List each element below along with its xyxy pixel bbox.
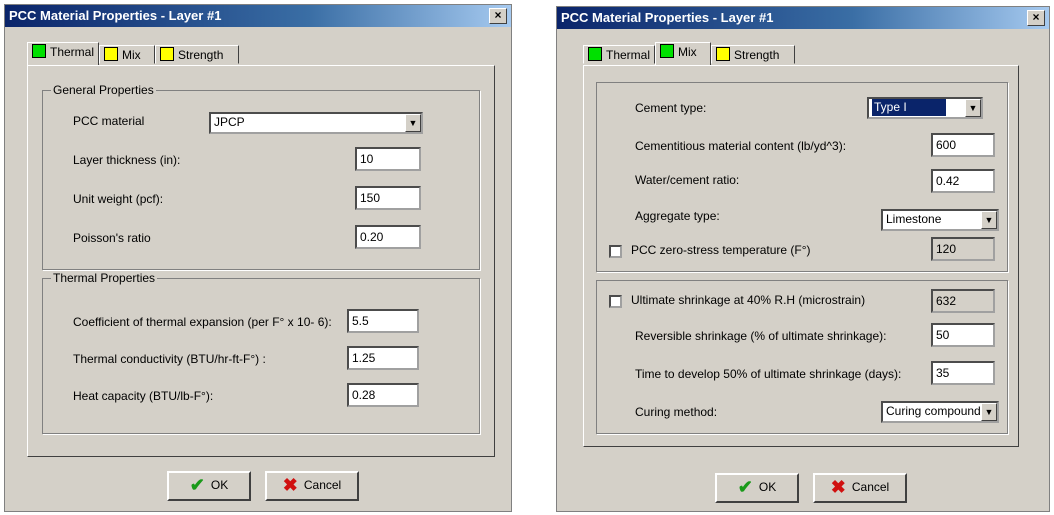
left-tab-thermal[interactable]: Thermal bbox=[27, 42, 99, 65]
left-tab-mix[interactable]: Mix bbox=[99, 45, 155, 64]
chevron-down-icon[interactable]: ▼ bbox=[981, 403, 997, 421]
right-tab-mix[interactable]: Mix bbox=[655, 42, 711, 65]
cte-field[interactable]: 5.5 bbox=[347, 309, 419, 333]
ultimate-shrinkage-checkbox[interactable] bbox=[609, 295, 622, 308]
general-properties-group: General Properties PCC material JPCP ▼ L… bbox=[42, 83, 480, 270]
chevron-down-icon[interactable]: ▼ bbox=[965, 99, 981, 117]
general-properties-legend: General Properties bbox=[51, 83, 156, 97]
ultimate-shrinkage-label: Ultimate shrinkage at 40% R.H (microstra… bbox=[631, 293, 866, 307]
ultimate-shrinkage-field[interactable]: 632 bbox=[931, 289, 995, 313]
zero-stress-field[interactable]: 120 bbox=[931, 237, 995, 261]
right-close-button[interactable]: × bbox=[1027, 10, 1045, 26]
time-to-develop-field[interactable]: 35 bbox=[931, 361, 995, 385]
cementitious-content-label: Cementitious material content (lb/yd^3): bbox=[635, 139, 847, 153]
right-tab-panel: Cement type: Type I ▼ Cementitious mater… bbox=[583, 65, 1019, 447]
right-dialog-title: PCC Material Properties - Layer #1 bbox=[561, 10, 774, 25]
left-tab-strength[interactable]: Strength bbox=[155, 45, 239, 64]
thermal-properties-legend: Thermal Properties bbox=[51, 271, 158, 285]
left-ok-button[interactable]: ✔ OK bbox=[167, 471, 251, 501]
zero-stress-checkbox[interactable] bbox=[609, 245, 622, 258]
thermal-conductivity-field[interactable]: 1.25 bbox=[347, 346, 419, 370]
right-cancel-button[interactable]: ✖ Cancel bbox=[813, 473, 907, 503]
water-cement-ratio-label: Water/cement ratio: bbox=[635, 173, 740, 187]
thermal-conductivity-label: Thermal conductivity (BTU/hr-ft-F°) : bbox=[73, 352, 266, 366]
pcc-material-label: PCC material bbox=[73, 114, 145, 128]
curing-method-label: Curing method: bbox=[635, 405, 718, 419]
left-dialog-title: PCC Material Properties - Layer #1 bbox=[9, 8, 222, 23]
chevron-down-icon[interactable]: ▼ bbox=[405, 114, 421, 132]
water-cement-ratio-field[interactable]: 0.42 bbox=[931, 169, 995, 193]
zero-stress-label: PCC zero-stress temperature (F°) bbox=[631, 243, 811, 257]
left-dialog-window: PCC Material Properties - Layer #1 × The… bbox=[4, 4, 512, 512]
cement-type-label: Cement type: bbox=[635, 101, 707, 115]
cte-label: Coefficient of thermal expansion (per F°… bbox=[73, 315, 332, 329]
green-status-icon bbox=[660, 44, 674, 58]
left-tab-panel: General Properties PCC material JPCP ▼ L… bbox=[27, 65, 495, 457]
poissons-ratio-field[interactable]: 0.20 bbox=[355, 225, 421, 249]
reversible-shrinkage-field[interactable]: 50 bbox=[931, 323, 995, 347]
aggregate-type-label: Aggregate type: bbox=[635, 209, 720, 223]
yellow-status-icon bbox=[160, 47, 174, 61]
cement-type-dropdown[interactable]: Type I ▼ bbox=[867, 97, 983, 119]
yellow-status-icon bbox=[104, 47, 118, 61]
x-icon: ✖ bbox=[830, 477, 846, 497]
cementitious-content-field[interactable]: 600 bbox=[931, 133, 995, 157]
poissons-ratio-label: Poisson's ratio bbox=[73, 231, 151, 245]
right-title-bar[interactable]: PCC Material Properties - Layer #1 × bbox=[557, 7, 1049, 29]
check-icon: ✔ bbox=[189, 475, 205, 495]
left-cancel-button[interactable]: ✖ Cancel bbox=[265, 471, 359, 501]
chevron-down-icon[interactable]: ▼ bbox=[981, 211, 997, 229]
time-to-develop-label: Time to develop 50% of ultimate shrinkag… bbox=[635, 367, 902, 381]
right-tab-thermal[interactable]: Thermal bbox=[583, 45, 655, 64]
thermal-properties-group: Thermal Properties Coefficient of therma… bbox=[42, 271, 480, 434]
aggregate-type-dropdown[interactable]: Limestone ▼ bbox=[881, 209, 999, 231]
left-close-button[interactable]: × bbox=[489, 8, 507, 24]
right-tab-strength[interactable]: Strength bbox=[711, 45, 795, 64]
x-icon: ✖ bbox=[282, 475, 298, 495]
mix-properties-group: Cement type: Type I ▼ Cementitious mater… bbox=[596, 82, 1008, 272]
yellow-status-icon bbox=[716, 47, 730, 61]
green-status-icon bbox=[588, 47, 602, 61]
curing-method-dropdown[interactable]: Curing compound ▼ bbox=[881, 401, 999, 423]
pcc-material-dropdown[interactable]: JPCP ▼ bbox=[209, 112, 423, 134]
check-icon: ✔ bbox=[737, 477, 753, 497]
heat-capacity-field[interactable]: 0.28 bbox=[347, 383, 419, 407]
right-dialog-window: PCC Material Properties - Layer #1 × The… bbox=[556, 6, 1050, 512]
layer-thickness-field[interactable]: 10 bbox=[355, 147, 421, 171]
heat-capacity-label: Heat capacity (BTU/lb-F°): bbox=[73, 389, 214, 403]
green-status-icon bbox=[32, 44, 46, 58]
unit-weight-label: Unit weight (pcf): bbox=[73, 192, 164, 206]
left-title-bar[interactable]: PCC Material Properties - Layer #1 × bbox=[5, 5, 511, 27]
right-ok-button[interactable]: ✔ OK bbox=[715, 473, 799, 503]
reversible-shrinkage-label: Reversible shrinkage (% of ultimate shri… bbox=[635, 329, 887, 343]
layer-thickness-label: Layer thickness (in): bbox=[73, 153, 181, 167]
unit-weight-field[interactable]: 150 bbox=[355, 186, 421, 210]
shrinkage-group: Ultimate shrinkage at 40% R.H (microstra… bbox=[596, 280, 1008, 434]
